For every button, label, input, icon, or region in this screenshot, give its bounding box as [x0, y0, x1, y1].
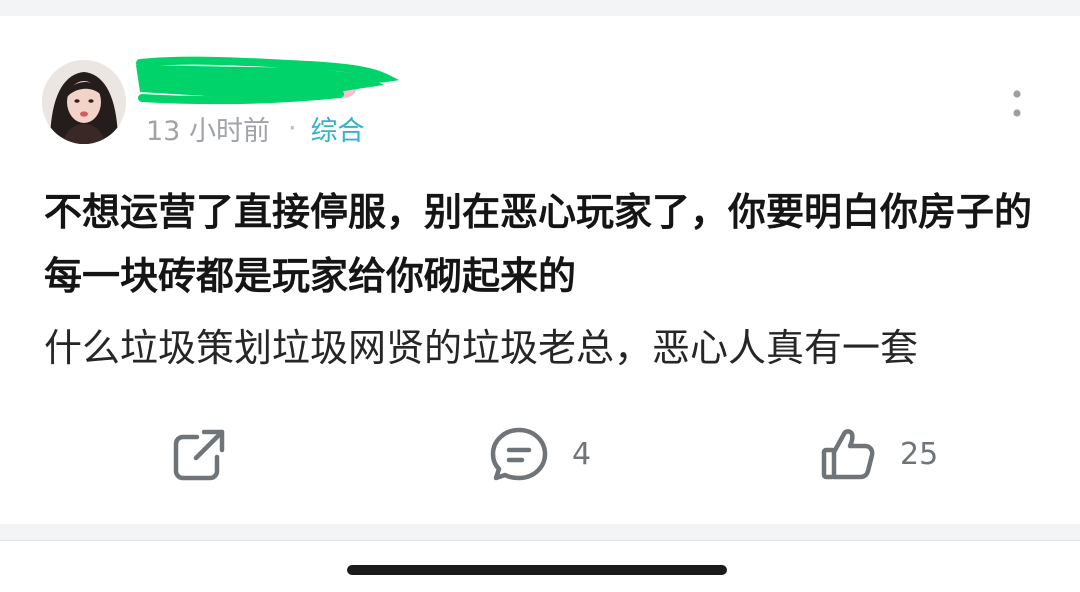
avatar[interactable] [42, 60, 126, 144]
more-vertical-icon[interactable] [1004, 84, 1030, 128]
share-button[interactable] [170, 422, 230, 486]
comment-button[interactable]: 4 [488, 422, 591, 486]
comment-icon [490, 427, 548, 481]
like-count: 25 [900, 436, 939, 472]
post-meta: 13 小时前 · 综合 [146, 108, 365, 148]
post-title: 不想运营了直接停服，别在恶心玩家了，你要明白你房子的每一块砖都是玩家给你砌起来的 [44, 190, 1033, 298]
post-time: 13 小时前 [146, 115, 270, 147]
share-icon [173, 429, 225, 481]
avatar-image [42, 60, 126, 144]
username[interactable] [130, 54, 400, 106]
post-category[interactable]: 综合 [311, 109, 365, 148]
post-card: 13 小时前 · 综合 不想运营了直接停服，别在恶心玩家了，你要明白你房子的每一… [0, 16, 1080, 524]
thumbs-up-icon [821, 429, 875, 480]
like-button[interactable]: 25 [818, 422, 938, 486]
home-indicator[interactable] [347, 565, 727, 575]
post-content: 什么垃圾策划垃圾网贤的垃圾老总，恶心人真有一套 [44, 326, 919, 370]
comment-count: 4 [572, 436, 592, 472]
redaction-scribble [136, 56, 400, 105]
bottom-bar [0, 541, 1080, 592]
meta-separator: · [287, 112, 297, 144]
